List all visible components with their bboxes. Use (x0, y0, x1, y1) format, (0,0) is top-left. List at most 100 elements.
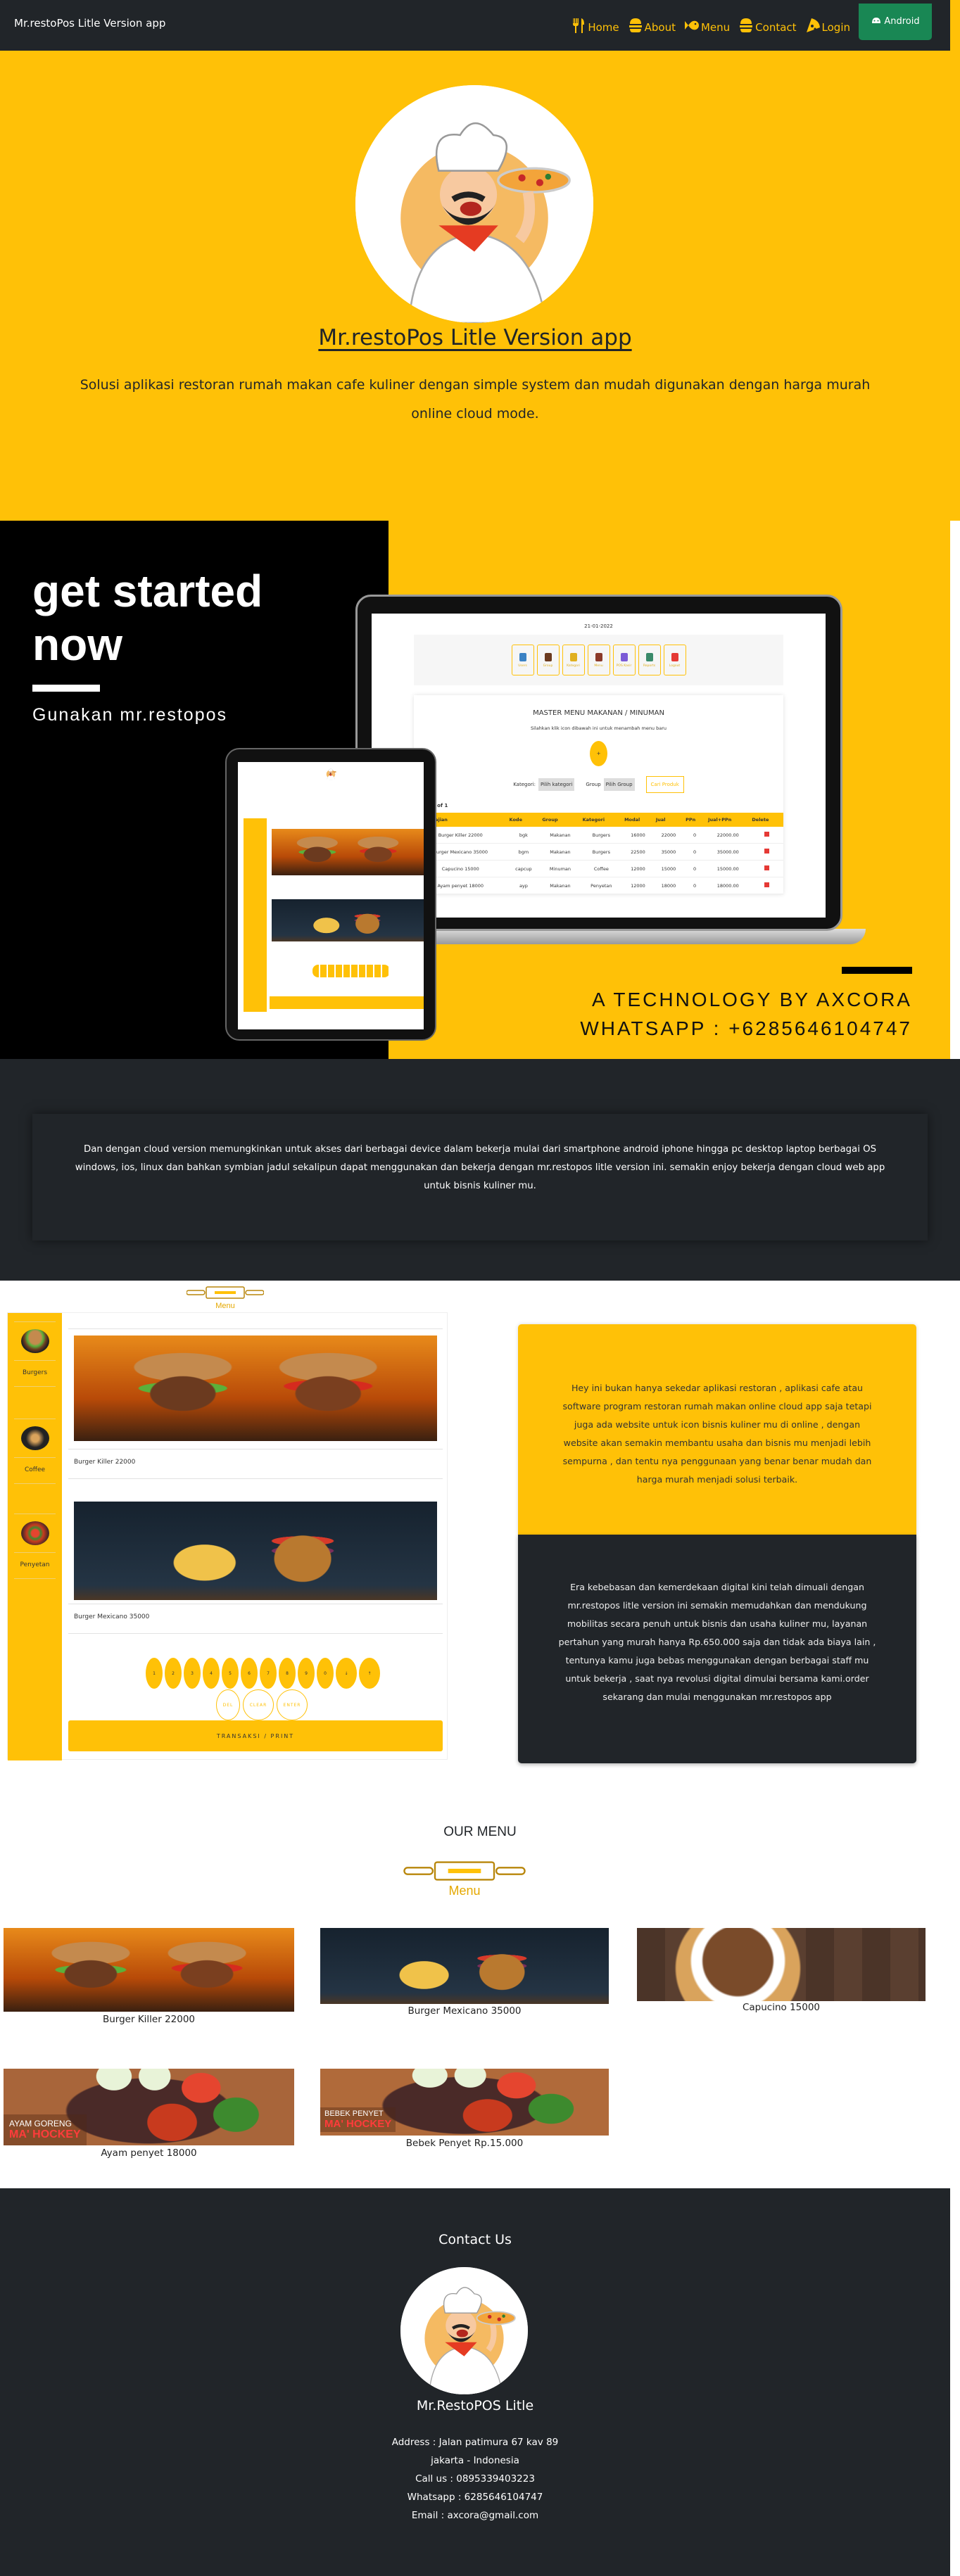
table-cell: 16000 (622, 827, 654, 844)
get-started-banner: get started now Gunakan mr.restopos 21-0… (0, 521, 960, 1059)
toolbar-label: Group (543, 664, 553, 668)
delete-icon[interactable] (764, 865, 769, 870)
keypad-key[interactable]: ↑ (359, 1658, 380, 1689)
table-cell: 15000.00 (706, 860, 750, 877)
burger-icon (740, 18, 753, 32)
transaksi-print-button[interactable]: TRANSAKSI / PRINT (68, 1720, 443, 1751)
nav-home[interactable]: Home (571, 17, 619, 34)
table-cell: Burgers (580, 827, 623, 844)
divider (842, 967, 912, 974)
laptop-screen: 21-01-2022 Users Group Kategori Menu POS Kas… (372, 614, 826, 918)
screen-filters: Kategori: Pilih kategori Group Pilih Gro… (414, 776, 783, 793)
toolbar-button-logout[interactable]: Logout (663, 645, 686, 675)
page-info: Page 1 of 1 (417, 803, 448, 808)
burger-killer-image[interactable] (74, 1335, 437, 1441)
info-card-dark: Era kebebasan dan kemerdekaan digital ki… (518, 1535, 916, 1763)
keypad-key[interactable]: ↓ (336, 1658, 357, 1689)
our-menu-title: OUR MENU (443, 1825, 517, 1839)
toolbar-button-group[interactable]: Group (536, 645, 560, 675)
keypad-key[interactable]: 1 (146, 1658, 163, 1689)
email-line[interactable]: Email : axcora@gmail.com (0, 2506, 950, 2525)
toolbar-button-kategori[interactable]: Kategori (562, 645, 585, 675)
del-button[interactable]: DEL (216, 1689, 240, 1720)
keypad-key[interactable]: 6 (241, 1658, 258, 1689)
whatsapp-line: WHATSAPP : +6285646104747 (580, 1017, 912, 1039)
kategori-select[interactable]: Pilih kategori (538, 778, 575, 791)
category-penyetan[interactable]: Penyetan (14, 1514, 56, 1579)
rolling-pin-icon (186, 1286, 265, 1299)
menu-card-burger-killer[interactable] (4, 1928, 294, 2012)
toolbar-button-users[interactable]: Users (511, 645, 534, 675)
category-burgers[interactable]: Burgers (14, 1321, 56, 1387)
category-coffee[interactable]: Coffee (14, 1419, 56, 1484)
keypad-key[interactable]: 3 (184, 1658, 201, 1689)
menu-card-bebek-penyet[interactable]: BEBEK PENYET MA' HOCKEY (320, 2069, 609, 2136)
android-button[interactable]: Android (859, 4, 932, 40)
screen-date: 21-01-2022 (584, 623, 613, 629)
whatsapp-line[interactable]: Whatsapp : 6285646104747 (0, 2488, 950, 2506)
keypad-key[interactable]: 8 (279, 1658, 296, 1689)
overlay-title: AYAM GORENG (9, 2119, 72, 2128)
table-cell: 12000 (622, 860, 654, 877)
table-cell: 22500 (622, 843, 654, 861)
toolbar-button-reports[interactable]: Reports (638, 645, 661, 675)
keypad-key[interactable]: 4 (203, 1658, 220, 1689)
burger-mexicano-image[interactable] (74, 1502, 437, 1600)
tech-by-line: A TECHNOLOGY BY AXCORA (591, 989, 912, 1010)
burgers-thumbnail (20, 1329, 49, 1353)
keypad-key[interactable]: 5 (222, 1658, 239, 1689)
tablet-sidebar (244, 818, 267, 1012)
enter-button[interactable]: ENTER (277, 1689, 308, 1720)
pos-demo: Burgers Coffee Penyetan Burger Killer 22… (7, 1312, 448, 1760)
toolbar-icon (544, 652, 552, 661)
info-card-yellow: Hey ini bukan hanya sekedar aplikasi res… (518, 1324, 916, 1535)
keypad-key[interactable]: 7 (260, 1658, 277, 1689)
toolbar-label: Menu (594, 664, 603, 668)
navbar-brand[interactable]: Mr.restoPos Litle Version app (14, 17, 165, 30)
toolbar-label: Users (518, 664, 527, 668)
table-cell: Minuman (540, 860, 581, 877)
keypad-key[interactable]: 2 (165, 1658, 182, 1689)
keypad-key[interactable]: 0 (317, 1658, 334, 1689)
hero-title: Mr.restoPos Litle Version app (0, 325, 950, 350)
nav-home-label: Home (588, 21, 619, 34)
menu-card-capucino[interactable] (637, 1928, 926, 2001)
column-header: Jual (653, 813, 684, 827)
delete-icon[interactable] (764, 849, 769, 854)
nav-login[interactable]: Login (805, 17, 850, 34)
cloud-text: Dan dengan cloud version memungkinkan un… (75, 1144, 885, 1191)
hero-title-text[interactable]: Mr.restoPos Litle Version app (318, 325, 631, 350)
delete-icon[interactable] (764, 832, 769, 837)
nav-about[interactable]: About (628, 17, 676, 34)
screen-hint: Silahkan klik icon dibawah ini untuk men… (530, 725, 667, 731)
menu-card-ayam-penyet[interactable]: AYAM GORENG MA' HOCKEY (4, 2069, 294, 2145)
menu-item-label[interactable]: Burger Killer 22000 (74, 1459, 135, 1466)
toolbar-icon (645, 652, 653, 661)
table-cell: 22000.00 (706, 827, 750, 844)
toolbar-button-menu[interactable]: Menu (587, 645, 610, 675)
delete-icon[interactable] (764, 882, 769, 887)
menu-item-label[interactable]: Burger Mexicano 35000 (74, 1613, 149, 1620)
search-product-button[interactable]: Cari Produk (645, 776, 684, 793)
table-cell: 35000 (653, 843, 684, 861)
city-line: jakarta - Indonesia (431, 2455, 519, 2466)
table-cell: 22000 (653, 827, 684, 844)
nav-menu-label: Menu (700, 21, 731, 34)
phone-line[interactable]: Call us : 0895339403223 (0, 2470, 950, 2488)
add-menu-button[interactable]: + (590, 741, 607, 766)
divider (68, 1633, 443, 1634)
overlay-brand: MA' HOCKEY (324, 2118, 392, 2130)
clear-button[interactable]: CLEAR (243, 1689, 274, 1720)
page-edge (950, 2188, 960, 2576)
nav-menu-link[interactable]: Menu (684, 17, 730, 34)
delete-cell (750, 877, 783, 894)
address-line: Address : Jalan patimura 67 kav 89 (391, 2437, 559, 2448)
nav-contact[interactable]: Contact (738, 17, 797, 34)
table-cell: Makanan (540, 877, 581, 894)
page-edge (950, 521, 960, 1059)
toolbar-button-pos-kasir[interactable]: POS Kasir (612, 645, 636, 675)
menu-card-burger-mexicano[interactable] (320, 1928, 609, 2004)
group-select[interactable]: Pilih Group (603, 778, 635, 791)
keypad-key[interactable]: 9 (298, 1658, 315, 1689)
table-cell: 0 (683, 860, 707, 877)
